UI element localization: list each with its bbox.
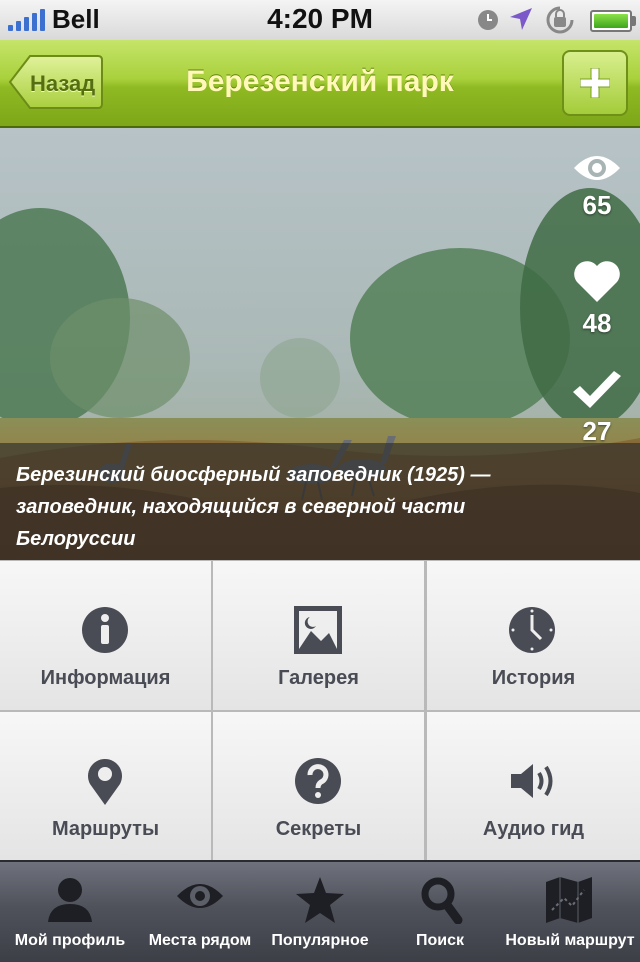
tab-nearby-places[interactable]: Места рядом [140,862,260,962]
add-button[interactable] [562,50,628,116]
tab-search-label: Поиск [415,932,464,949]
hero-section: 65 48 27 Березинский биосферный заповедн… [0,128,640,560]
secrets-tile[interactable]: Секреты [213,712,424,860]
tab-my-profile[interactable]: Мой профиль [0,862,140,962]
gallery-tile-label: Галерея [278,667,359,689]
eye-icon [177,884,223,908]
history-tile-label: История [491,667,576,689]
tab-nearby-places-label: Места рядом [148,932,252,949]
map-pin-icon [88,759,122,805]
info-icon [82,607,128,653]
views-count: 65 [582,190,612,220]
alarm-icon [478,10,498,30]
checkmark-icon [573,371,621,408]
star-icon [296,877,344,923]
likes-stat: 48 [562,260,632,360]
tab-new-route[interactable]: Новый маршрут [500,862,640,962]
tab-bar: Мой профиль Места рядом Популярное Поиск… [0,860,640,962]
eye-icon [574,156,620,180]
gallery-tile[interactable]: Галерея [213,561,424,710]
description-text: Березинский биосферный заповедник (1925)… [16,464,491,550]
navigation-bar: Назад Березенский парк [0,40,640,128]
map-icon [546,877,592,923]
question-icon [295,758,341,804]
routes-tile-label: Маршруты [51,818,160,840]
likes-count: 48 [582,308,612,338]
status-bar: Bell 4:20 PM [0,0,640,40]
person-icon [48,878,92,922]
plus-icon [580,68,610,98]
battery-icon [590,10,636,32]
tab-popular[interactable]: Популярное [260,862,380,962]
history-tile[interactable]: История [427,561,640,710]
info-tile[interactable]: Информация [0,561,211,710]
audio-guide-tile[interactable]: Аудио гид [427,712,640,860]
tab-new-route-label: Новый маршрут [505,932,635,949]
menu-grid: Информация Галерея История Маршруты Секр… [0,560,640,860]
views-stat: 65 [562,150,632,250]
gallery-icon [294,606,342,654]
heart-icon [574,261,620,302]
tab-search[interactable]: Поиск [380,862,500,962]
clock-icon [509,607,555,653]
rotation-lock-icon [546,6,574,34]
speaker-icon [511,764,553,798]
secrets-tile-label: Секреты [275,818,362,840]
location-arrow-icon [510,8,532,30]
search-icon [421,877,463,924]
info-tile-label: Информация [40,667,171,689]
audio-guide-tile-label: Аудио гид [482,818,585,840]
tab-popular-label: Популярное [271,932,369,949]
description-caption: Березинский биосферный заповедник (1925)… [0,443,640,560]
page-title: Березенский парк [186,65,454,98]
back-button[interactable]: Назад [8,54,104,110]
stats-panel: 65 48 27 [562,140,632,470]
tab-my-profile-label: Мой профиль [14,932,126,949]
back-button-label: Назад [30,71,96,96]
routes-tile[interactable]: Маршруты [0,712,211,860]
